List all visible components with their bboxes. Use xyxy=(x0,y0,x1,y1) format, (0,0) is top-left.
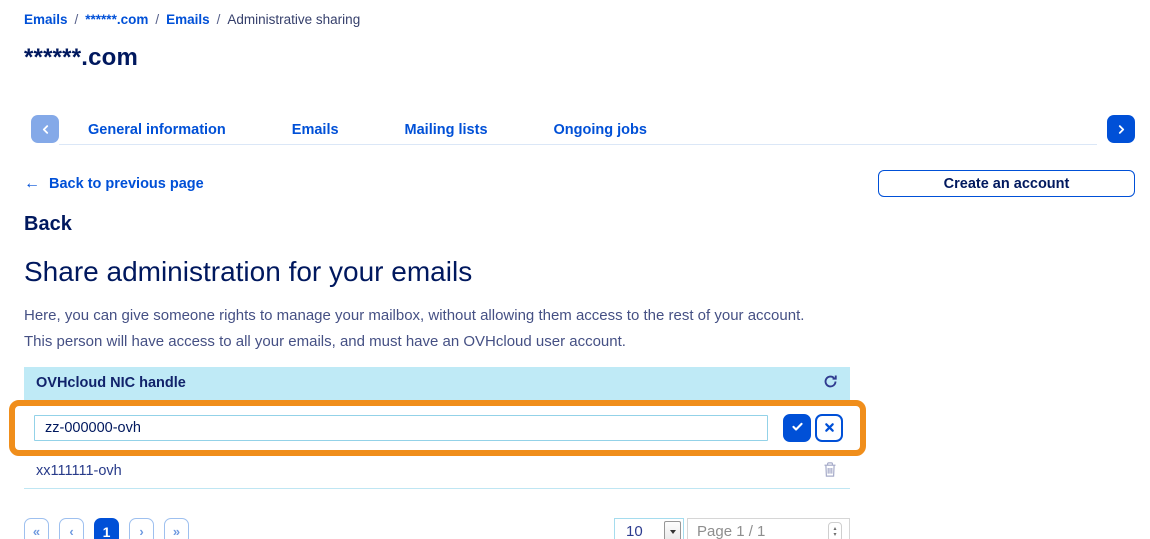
check-icon xyxy=(791,420,804,436)
page-indicator[interactable]: Page 1 / 1 ▴ ▾ xyxy=(687,518,850,539)
nic-handle-table: OVHcloud NIC handle xyxy=(24,367,850,489)
page-indicator-label: Page 1 / 1 xyxy=(697,523,828,539)
last-page-button[interactable]: » xyxy=(164,518,189,539)
cancel-button[interactable] xyxy=(815,414,843,442)
previous-page-button[interactable]: ‹ xyxy=(59,518,84,539)
annotation-highlight xyxy=(9,400,866,456)
breadcrumb-separator: / xyxy=(75,12,79,27)
nic-handle-value: xx111111-ovh xyxy=(36,463,122,479)
table-row: xx111111-ovh xyxy=(24,456,850,489)
breadcrumb-separator: / xyxy=(217,12,221,27)
tab-mailing-lists[interactable]: Mailing lists xyxy=(405,122,488,138)
chevron-right-icon xyxy=(1117,122,1126,137)
page-size-value: 10 xyxy=(615,523,664,539)
page-1-button[interactable]: 1 xyxy=(94,518,119,539)
dropdown-arrow-icon xyxy=(664,521,681,539)
breadcrumb: Emails / ******.com / Emails / Administr… xyxy=(24,12,1135,27)
tab-bar: General information Emails Mailing lists… xyxy=(31,115,1135,145)
nic-handle-input[interactable] xyxy=(34,415,768,441)
breadcrumb-domain[interactable]: ******.com xyxy=(85,12,148,27)
pagination: « ‹ 1 › » 10 Page 1 / 1 ▴ ▾ xyxy=(24,518,850,539)
breadcrumb-current: Administrative sharing xyxy=(227,12,360,27)
tab-ongoing-jobs[interactable]: Ongoing jobs xyxy=(554,122,647,138)
page-title: ******.com xyxy=(24,44,1135,72)
tab-emails[interactable]: Emails xyxy=(292,122,339,138)
description-text: Here, you can give someone rights to man… xyxy=(24,303,836,354)
tabs-scroll-left-button[interactable] xyxy=(31,115,59,143)
table-header: OVHcloud NIC handle xyxy=(24,367,850,400)
breadcrumb-emails[interactable]: Emails xyxy=(24,12,68,27)
arrow-left-icon: ← xyxy=(24,175,40,193)
breadcrumb-emails-2[interactable]: Emails xyxy=(166,12,210,27)
add-nic-handle-row xyxy=(34,414,843,442)
page: Emails / ******.com / Emails / Administr… xyxy=(0,0,1150,539)
confirm-button[interactable] xyxy=(783,414,811,442)
next-page-button[interactable]: › xyxy=(129,518,154,539)
page-size-select[interactable]: 10 xyxy=(614,518,684,539)
delete-button[interactable] xyxy=(822,461,838,481)
spinner-down-icon: ▾ xyxy=(833,532,836,538)
refresh-icon xyxy=(823,374,838,392)
chevron-left-icon xyxy=(41,122,50,137)
page-spinner[interactable]: ▴ ▾ xyxy=(828,522,842,539)
tabs-scroll-right-button[interactable] xyxy=(1107,115,1135,143)
close-icon xyxy=(824,421,835,436)
refresh-button[interactable] xyxy=(823,374,838,392)
column-header-nic-handle: OVHcloud NIC handle xyxy=(36,375,186,391)
tab-list: General information Emails Mailing lists… xyxy=(59,115,1097,145)
actions-row: ← Back to previous page Create an accoun… xyxy=(24,170,1135,197)
back-to-previous-page-link[interactable]: ← Back to previous page xyxy=(24,175,204,193)
tab-general-information[interactable]: General information xyxy=(88,122,226,138)
share-administration-heading: Share administration for your emails xyxy=(24,256,1135,288)
back-link-label: Back to previous page xyxy=(49,176,204,192)
breadcrumb-separator: / xyxy=(155,12,159,27)
trash-icon xyxy=(822,461,838,481)
pager-buttons: « ‹ 1 › » xyxy=(24,518,189,539)
create-an-account-button[interactable]: Create an account xyxy=(878,170,1135,197)
back-heading: Back xyxy=(24,213,1135,236)
first-page-button[interactable]: « xyxy=(24,518,49,539)
